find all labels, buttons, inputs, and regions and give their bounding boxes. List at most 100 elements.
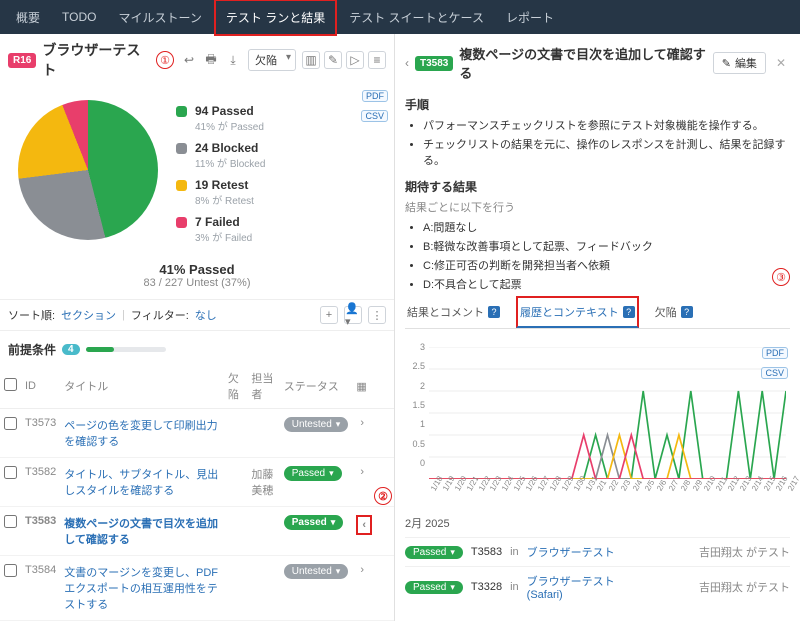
section-title: 前提条件 xyxy=(8,341,56,358)
history-in: in xyxy=(510,546,519,558)
menu-icon[interactable]: ≡ xyxy=(368,51,386,69)
annotation-3: ③ xyxy=(772,268,790,286)
tab-suites[interactable]: テスト スイートとケース xyxy=(339,1,494,34)
table-row[interactable]: T3583 複数ページの文書で目次を追加して確認する Passed ‹② xyxy=(0,507,394,556)
row-checkbox[interactable] xyxy=(4,564,17,577)
history-month: 2月 2025 xyxy=(405,501,790,537)
expand-icon[interactable]: › xyxy=(356,464,368,480)
step-item: パフォーマンスチェックリストを参照にテスト対象機能を操作する。 xyxy=(423,117,790,133)
row-title[interactable]: ページの色を変更して印刷出力を確認する xyxy=(64,420,217,448)
collapse-icon[interactable]: ‹ xyxy=(356,515,372,535)
right-pane: ‹ T3583 複数ページの文書で目次を追加して確認する ✎編集 ✕ 手順 パフ… xyxy=(395,34,800,621)
select-all-checkbox[interactable] xyxy=(4,378,17,391)
add-icon[interactable]: + xyxy=(320,306,338,324)
status-pill[interactable]: Untested xyxy=(284,417,349,432)
history-status: Passed xyxy=(405,581,463,594)
table-row[interactable]: T3573 ページの色を変更して印刷出力を確認する Untested › xyxy=(0,409,394,458)
row-checkbox[interactable] xyxy=(4,515,17,528)
play-icon[interactable]: ▷ xyxy=(346,51,364,69)
tab-overview[interactable]: 概要 xyxy=(6,1,50,34)
help-icon[interactable]: ? xyxy=(488,306,500,318)
edit-button[interactable]: ✎編集 xyxy=(713,52,766,74)
defect-select[interactable]: 欠陥 xyxy=(248,49,296,71)
edit-icon[interactable]: ✎ xyxy=(324,51,342,69)
col-assignee[interactable]: 担当者 xyxy=(247,364,279,409)
history-run[interactable]: ブラウザーテスト xyxy=(527,544,615,560)
row-title[interactable]: 文書のマージンを変更し、PDFエクスポートの相互運用性をテストする xyxy=(64,567,218,611)
subtab-results[interactable]: 結果とコメント? xyxy=(405,298,502,326)
csv-badge[interactable]: CSV xyxy=(361,110,388,122)
sort-value[interactable]: セクション xyxy=(61,307,116,323)
history-in: in xyxy=(510,581,519,593)
row-checkbox[interactable] xyxy=(4,417,17,430)
pdf-badge[interactable]: PDF xyxy=(762,347,788,359)
legend-passed: 94 Passed xyxy=(195,104,264,118)
print-icon[interactable]: 🖶 xyxy=(202,51,220,69)
pdf-badge[interactable]: PDF xyxy=(362,90,388,102)
status-pill[interactable]: Passed xyxy=(284,515,344,530)
back-icon[interactable]: ‹ xyxy=(405,56,409,70)
legend-retest: 19 Retest xyxy=(195,178,254,192)
tab-todo[interactable]: TODO xyxy=(52,2,106,32)
history-row[interactable]: Passed T3328 in ブラウザーテスト (Safari) 吉田翔太 が… xyxy=(405,566,790,607)
tab-reports[interactable]: レポート xyxy=(496,1,564,34)
col-title[interactable]: タイトル xyxy=(60,364,224,409)
table-row[interactable]: T3582 タイトル、サブタイトル、見出しスタイルを確認する 加藤美穂 Pass… xyxy=(0,458,394,507)
row-checkbox[interactable] xyxy=(4,466,17,479)
run-summary: 41% Passed 83 / 227 Untest (37%) xyxy=(0,258,394,299)
history-who: 吉田翔太 がテスト xyxy=(699,544,790,560)
history-line-chart: 00.511.522.53 1/181/191/201/211/221/231/… xyxy=(409,347,786,497)
col-status[interactable]: ステータス xyxy=(280,364,353,409)
run-title: ブラウザーテスト xyxy=(42,40,150,80)
sort-label: ソート順: xyxy=(8,307,55,323)
help-icon[interactable]: ? xyxy=(681,306,693,318)
tab-milestone[interactable]: マイルストーン xyxy=(108,1,211,34)
row-title[interactable]: 複数ページの文書で目次を追加して確認する xyxy=(64,518,218,546)
row-id: T3583 xyxy=(21,507,60,556)
return-icon[interactable]: ↩ xyxy=(180,51,198,69)
help-icon[interactable]: ? xyxy=(623,306,635,318)
filter-bar: ソート順: セクション | フィルター: なし + 👤▾ ⋮ xyxy=(0,299,394,331)
history-id: T3328 xyxy=(471,581,502,593)
subtab-history[interactable]: 履歴とコンテキスト? xyxy=(516,296,639,328)
legend-blocked: 24 Blocked xyxy=(195,141,265,155)
person-icon[interactable]: 👤▾ xyxy=(344,306,362,324)
export-icon[interactable]: ⤓ xyxy=(224,51,242,69)
subtab-defects[interactable]: 欠陥? xyxy=(653,298,695,326)
pie-legend: 94 Passed41% が Passed 24 Blocked11% が Bl… xyxy=(176,96,265,252)
close-icon[interactable]: ✕ xyxy=(772,56,790,70)
left-pane: R16 ブラウザーテスト ① ↩ 🖶 ⤓ 欠陥 ▥ ✎ ▷ ≡ 94 Passe… xyxy=(0,34,395,621)
swatch-retest xyxy=(176,180,187,191)
col-defect[interactable]: 欠陥 xyxy=(224,364,247,409)
steps-heading: 手順 xyxy=(405,96,790,113)
row-assignee xyxy=(247,409,279,458)
expected-item: B:軽微な改善事項として起票、フィードバック xyxy=(423,238,790,254)
col-id[interactable]: ID xyxy=(21,364,60,409)
table-row[interactable]: T3584 文書のマージンを変更し、PDFエクスポートの相互運用性をテストする … xyxy=(0,556,394,621)
row-id: T3573 xyxy=(21,409,60,458)
legend-failed: 7 Failed xyxy=(195,215,252,229)
row-assignee xyxy=(247,507,279,556)
history-id: T3583 xyxy=(471,546,502,558)
tab-test-runs[interactable]: テスト ランと結果 xyxy=(214,0,337,36)
history-run[interactable]: ブラウザーテスト (Safari) xyxy=(527,573,617,601)
chart-icon[interactable]: ▥ xyxy=(302,51,320,69)
expand-icon[interactable]: › xyxy=(356,562,368,578)
row-title[interactable]: タイトル、サブタイトル、見出しスタイルを確認する xyxy=(64,469,218,497)
columns-icon[interactable]: ▦ xyxy=(356,381,366,393)
status-pill[interactable]: Untested xyxy=(284,564,349,579)
status-pill[interactable]: Passed xyxy=(284,466,342,481)
case-title: 複数ページの文書で目次を追加して確認する xyxy=(459,44,706,82)
swatch-blocked xyxy=(176,143,187,154)
history-row[interactable]: Passed T3583 in ブラウザーテスト 吉田翔太 がテスト xyxy=(405,537,790,566)
filter-value[interactable]: なし xyxy=(195,307,217,323)
expand-icon[interactable]: › xyxy=(356,415,368,431)
history-status: Passed xyxy=(405,546,463,559)
top-nav: 概要 TODO マイルストーン テスト ランと結果 テスト スイートとケース レ… xyxy=(0,0,800,34)
case-badge: T3583 xyxy=(415,56,453,71)
section-count: 4 xyxy=(62,344,80,355)
more-icon[interactable]: ⋮ xyxy=(368,306,386,324)
annotation-1: ① xyxy=(156,51,174,69)
steps-list: パフォーマンスチェックリストを参照にテスト対象機能を操作する。 チェックリストの… xyxy=(423,117,790,168)
csv-badge[interactable]: CSV xyxy=(761,367,788,379)
